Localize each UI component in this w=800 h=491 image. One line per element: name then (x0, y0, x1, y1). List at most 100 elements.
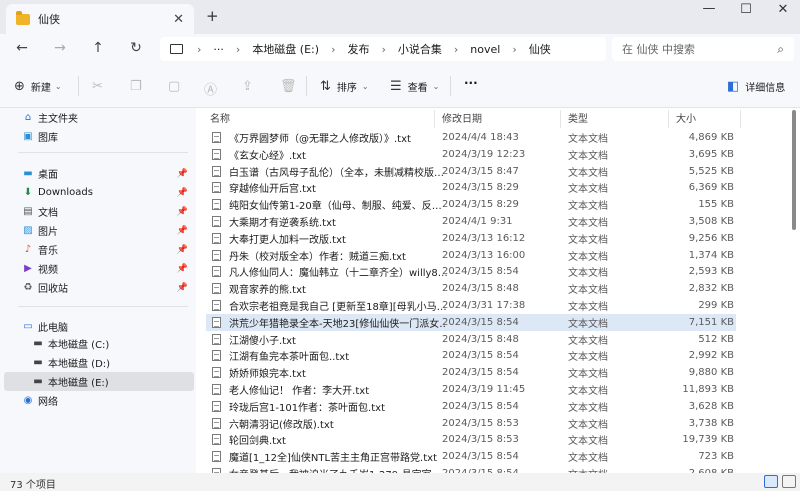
back-button[interactable]: ← (12, 40, 32, 56)
column-header-type[interactable]: 类型 (568, 108, 588, 126)
gallery-icon: ▣ (23, 131, 33, 142)
file-row[interactable]: 凡人修仙同人：魔仙韩立（十二章齐全）willy8… 2024/3/15 8:54 文… (206, 263, 736, 280)
copy-button[interactable]: ❐ (130, 79, 148, 94)
file-row[interactable]: 老人修仙记！ 作者：李大开.txt 2024/3/19 11:45 文本文档 11,8… (206, 381, 736, 398)
network-icon: ◉ (23, 395, 33, 406)
pin-icon[interactable]: 📌 (177, 226, 188, 236)
sidebar-item[interactable]: ▶ 视频 📌 (4, 259, 194, 278)
file-row[interactable]: 大乘期才有逆袭系统.txt 2024/4/1 9:31 文本文档 3,508 KB (206, 213, 736, 230)
more-options-button[interactable]: ··· (464, 76, 478, 90)
file-row[interactable]: 玲珑后宫1-101作者：茶叶面包.txt 2024/3/15 8:54 文本文档 3,… (206, 398, 736, 415)
file-row[interactable]: 合欢宗老祖竟是我自己 [更新至18章][母乳小马… 2024/3/31 17:38… (206, 297, 736, 314)
column-header-name[interactable]: 名称 (210, 108, 230, 126)
column-divider (740, 110, 741, 128)
sidebar-item[interactable]: ♻ 回收站 📌 (4, 278, 194, 297)
file-row[interactable]: 轮回剑典.txt 2024/3/15 8:53 文本文档 19,739 KB (206, 431, 736, 448)
file-size: 2,832 KB (688, 283, 734, 295)
breadcrumb-drive-e[interactable]: 本地磁盘 (E:) (252, 41, 319, 57)
file-row[interactable]: 洪荒少年猎艳录全本-天地23[修仙仙侠一门派女… 2024/3/15 8:54 文本… (206, 313, 736, 331)
file-type: 文本文档 (568, 150, 608, 162)
sidebar-item[interactable]: ⬇ Downloads 📌 (4, 183, 194, 202)
pin-icon[interactable]: 📌 (177, 169, 188, 179)
file-row[interactable]: 《万界圆梦师（@无罪之人修改版）》.txt 2024/4/4 18:43 文本文档 4… (206, 129, 736, 146)
tab-active[interactable]: 仙侠 ✕ (6, 4, 194, 34)
details-pane-button[interactable]: ◧ 详细信息 (727, 79, 785, 94)
sidebar-item-label: 本地磁盘 (E:) (48, 378, 109, 389)
file-row[interactable]: 观音家养的熊.txt 2024/3/15 8:48 文本文档 2,832 KB (206, 280, 736, 297)
sidebar-item[interactable]: ⌂ 主文件夹 (4, 108, 194, 127)
file-row[interactable]: 大奉打更人加料一改版.txt 2024/3/13 16:12 文本文档 9,256 K… (206, 230, 736, 247)
column-divider (434, 110, 435, 128)
sidebar-item[interactable]: ▬ 本地磁盘 (E:) (4, 372, 194, 391)
text-file-icon (212, 266, 221, 278)
details-view-button[interactable] (764, 475, 778, 488)
breadcrumb-novel-collection[interactable]: 小说合集 (398, 41, 442, 57)
tiles-view-button[interactable] (782, 475, 796, 488)
new-tab-button[interactable]: + (206, 7, 219, 25)
sidebar-item[interactable]: ▤ 文档 📌 (4, 202, 194, 221)
close-tab-icon[interactable]: ✕ (173, 12, 184, 27)
pin-icon[interactable]: 📌 (177, 264, 188, 274)
file-row[interactable]: 女帝登基后，我被迫当了九千岁1-279-悬宫室2024/3/15 8:54文本文… (206, 465, 736, 473)
sidebar-item[interactable]: ◉ 网络 (4, 391, 194, 410)
file-row[interactable]: 江湖傻小子.txt 2024/3/15 8:48 文本文档 512 KB (206, 331, 736, 348)
pin-icon[interactable]: 📌 (177, 207, 188, 217)
close-window-button[interactable]: ✕ (768, 2, 798, 17)
column-header-size[interactable]: 大小 (676, 108, 696, 126)
file-row[interactable]: 穿越修仙开后宫.txt 2024/3/15 8:29 文本文档 6,369 KB (206, 179, 736, 196)
sidebar-item[interactable]: ▬ 桌面 📌 (4, 164, 194, 183)
file-type: 文本文档 (568, 167, 608, 179)
sidebar-item[interactable]: ▬ 本地磁盘 (D:) (4, 353, 194, 372)
file-row[interactable]: 江湖有鱼完本茶叶面包..txt 2024/3/15 8:54 文本文档 2,992 K… (206, 347, 736, 364)
file-date: 2024/3/31 17:38 (442, 300, 526, 311)
address-bar[interactable]: › ··· › 本地磁盘 (E:) › 发布 › 小说合集 › novel › … (160, 37, 606, 61)
file-row[interactable]: 纯阳女仙传第1-20章（仙母、制服、纯爱、反… 2024/3/15 8:29 文本文… (206, 196, 736, 213)
maximize-button[interactable]: ☐ (731, 2, 761, 17)
file-date: 2024/3/13 16:00 (442, 249, 526, 261)
file-name: 白玉谱（古风母子乱伦）（全本，未删减精校版… (229, 167, 444, 179)
title-bar: 仙侠 ✕ + — ☐ ✕ (0, 0, 800, 34)
up-button[interactable]: ↑ (88, 40, 108, 56)
sidebar-item[interactable]: ▨ 图片 📌 (4, 221, 194, 240)
file-row[interactable]: 娇娇师娘完本.txt 2024/3/15 8:54 文本文档 9,880 KB (206, 364, 736, 381)
file-date: 2024/4/1 9:31 (442, 216, 513, 227)
sidebar-item[interactable]: ♪ 音乐 📌 (4, 240, 194, 259)
forward-button[interactable]: → (50, 40, 70, 56)
file-row[interactable]: 丹朱（校对版全本）作者：贼道三痴.txt 2024/3/13 16:00 文本文档 1… (206, 247, 736, 264)
cut-button[interactable]: ✂ (92, 79, 109, 94)
breadcrumb-fabu[interactable]: 发布 (347, 41, 369, 57)
breadcrumb-more[interactable]: ··· (213, 43, 224, 56)
file-row[interactable]: 《玄女心经》.txt 2024/3/19 12:23 文本文档 3,695 KB (206, 146, 736, 163)
rename-button[interactable]: Ⓐ (204, 79, 223, 98)
refresh-button[interactable]: ↻ (126, 40, 146, 56)
file-name: 女帝登基后，我被迫当了九千岁1-279-悬宫室 (229, 466, 447, 473)
sort-button[interactable]: ⇅ 排序 ⌄ (320, 79, 369, 94)
view-button[interactable]: ☰ 查看 ⌄ (390, 79, 439, 94)
file-row[interactable]: 白玉谱（古风母子乱伦）（全本，未删减精校版… 2024/3/15 8:47 文本文档… (206, 163, 736, 180)
sidebar-item[interactable]: ▬ 本地磁盘 (C:) (4, 334, 194, 353)
text-file-icon (212, 417, 221, 429)
music-icon: ♪ (24, 244, 32, 255)
folder-icon (16, 10, 30, 25)
delete-button[interactable]: 🗑 (280, 79, 303, 94)
text-file-icon (212, 199, 221, 211)
vertical-scrollbar[interactable] (792, 110, 796, 230)
text-file-icon (212, 283, 221, 295)
share-icon: ⇪ (242, 79, 253, 94)
sidebar-item[interactable]: ▣ 图库 (4, 127, 194, 146)
minimize-button[interactable]: — (694, 1, 724, 16)
share-button[interactable]: ⇪ (242, 79, 259, 94)
file-row[interactable]: 六朝清羽记(修改版).txt 2024/3/15 8:53 文本文档 3,738 KB (206, 415, 736, 432)
pin-icon[interactable]: 📌 (177, 283, 188, 293)
paste-button[interactable]: ▢ (168, 79, 186, 94)
new-button[interactable]: ⊕ 新建 ⌄ (14, 79, 62, 94)
pin-icon[interactable]: 📌 (177, 188, 188, 198)
breadcrumb-xianxia[interactable]: 仙侠 (529, 41, 551, 57)
file-name: 纯阳女仙传第1-20章（仙母、制服、纯爱、反… (229, 201, 442, 213)
column-header-date[interactable]: 修改日期 (442, 108, 482, 126)
pin-icon[interactable]: 📌 (177, 245, 188, 255)
text-file-icon (212, 132, 221, 143)
breadcrumb-novel[interactable]: novel (470, 43, 500, 56)
file-row[interactable]: 魔道[1_12全]仙侠NTL苦主主角正宫带路党.txt 2024/3/15 8:5… (206, 448, 736, 465)
search-input[interactable]: 在 仙侠 中搜索 ⌕ (612, 37, 794, 61)
